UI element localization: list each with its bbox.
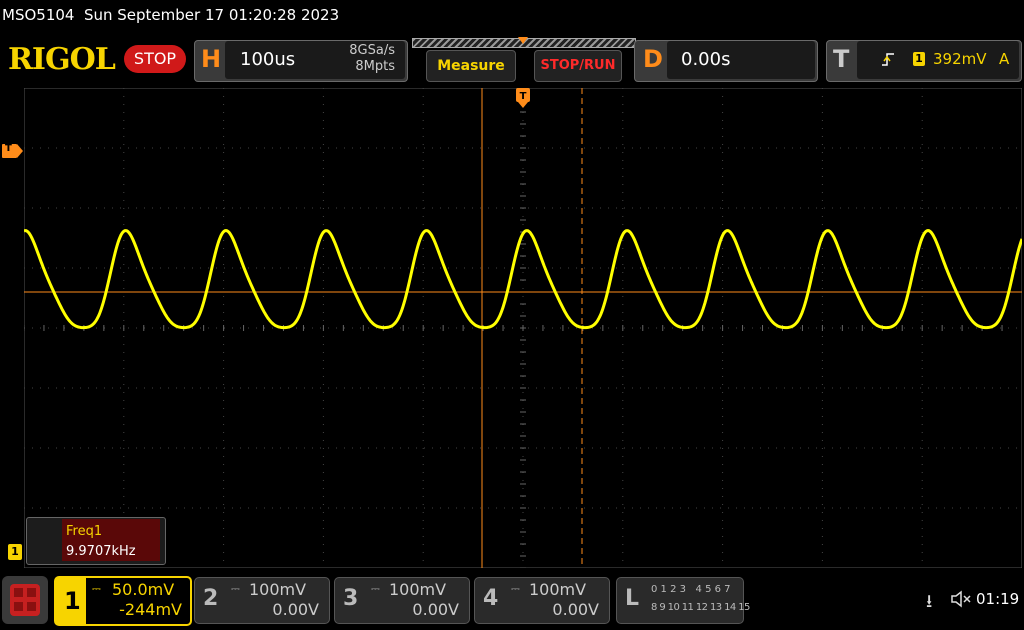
- trigger-level: 392mV: [933, 50, 987, 68]
- channel-2-offset: 0.00V: [272, 600, 319, 619]
- channel-1-panel[interactable]: 1 ⎓ 50.0mV -244mV: [54, 576, 192, 626]
- channel-1-offset: -244mV: [119, 600, 182, 619]
- trigger-position-marker[interactable]: T: [516, 88, 530, 114]
- delay-panel[interactable]: D 0.00s: [634, 40, 818, 82]
- mute-icon[interactable]: [950, 590, 972, 612]
- dc-coupling-icon: ⎓: [231, 582, 240, 595]
- usb-icon: ⭳: [926, 591, 933, 612]
- sample-rate: 8GSa/s: [349, 43, 395, 58]
- logic-panel[interactable]: L 0 1 2 3 4 5 6 7 8 9 10 11 12 13 14 15: [616, 577, 750, 624]
- menu-button[interactable]: [2, 576, 48, 624]
- trigger-position-icon: [518, 37, 528, 44]
- measurement-name: Freq1: [66, 524, 103, 539]
- dc-coupling-icon: ⎓: [92, 582, 101, 595]
- channel-3-scale: 100mV: [389, 580, 447, 599]
- channel-4-offset: 0.00V: [552, 600, 599, 619]
- trigger-source-badge: 1: [913, 52, 925, 66]
- measure-button[interactable]: Measure: [426, 50, 516, 82]
- trigger-panel[interactable]: T 1 392mV A: [826, 40, 1022, 82]
- channel-1-scale: 50.0mV: [112, 580, 175, 599]
- channel-4-panel[interactable]: 4 ⎓ 100mV 0.00V: [474, 577, 610, 624]
- rigol-logo: RIGOL: [8, 42, 116, 77]
- waveform-display[interactable]: [24, 88, 1022, 568]
- trigger-mode: A: [999, 50, 1010, 68]
- stop-run-button[interactable]: STOP/RUN: [534, 50, 622, 82]
- logic-channels-low: 0 1 2 3 4 5 6 7: [651, 584, 731, 595]
- dc-coupling-icon: ⎓: [371, 582, 380, 595]
- horizontal-letter: H: [201, 45, 222, 73]
- horizontal-panel[interactable]: H 100us 8GSa/s 8Mpts: [194, 40, 408, 82]
- channel-3-number: 3: [343, 586, 359, 611]
- channel-2-scale: 100mV: [249, 580, 307, 599]
- memory-depth: 8Mpts: [355, 59, 395, 74]
- logic-channels-high: 8 9 10 11 12 13 14 15: [651, 602, 750, 613]
- logic-letter: L: [625, 586, 640, 611]
- channel-2-panel[interactable]: 2 ⎓ 100mV 0.00V: [194, 577, 330, 624]
- channel-3-offset: 0.00V: [412, 600, 459, 619]
- rising-edge-icon: [881, 51, 895, 71]
- title-bar: MSO5104 Sun September 17 01:20:28 2023: [0, 0, 1024, 32]
- channel-2-number: 2: [203, 586, 219, 611]
- trigger-level-marker-label: T: [5, 143, 12, 154]
- channel-4-scale: 100mV: [529, 580, 587, 599]
- trigger-letter: T: [833, 45, 850, 73]
- window-title: MSO5104 Sun September 17 01:20:28 2023: [2, 6, 340, 24]
- run-state-indicator[interactable]: STOP: [124, 45, 186, 73]
- delay-value: 0.00s: [681, 49, 731, 70]
- channel-4-number: 4: [483, 586, 499, 611]
- trigger-level-marker[interactable]: T: [2, 143, 23, 158]
- measurement-value: 9.9707kHz: [66, 544, 136, 559]
- channel-1-number: 1: [64, 587, 81, 615]
- channel-3-panel[interactable]: 3 ⎓ 100mV 0.00V: [334, 577, 470, 624]
- channel-1-ground-marker[interactable]: 1: [8, 544, 22, 560]
- svg-text:T: T: [520, 91, 527, 102]
- delay-letter: D: [643, 45, 663, 73]
- timebase-value: 100us: [240, 49, 296, 70]
- dc-coupling-icon: ⎓: [511, 582, 520, 595]
- system-clock: 01:19: [976, 590, 1020, 608]
